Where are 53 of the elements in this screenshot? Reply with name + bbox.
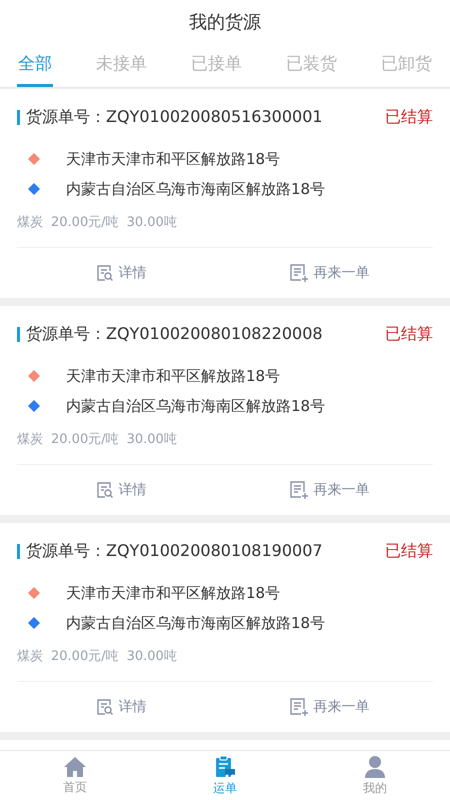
nav-tab[interactable]: 我的	[300, 751, 450, 800]
diamond-icon	[28, 617, 40, 629]
accent-bar	[17, 326, 20, 342]
details-button[interactable]: 详情	[96, 480, 146, 500]
cargo-type: 煤炭	[17, 214, 43, 232]
destination-address: 内蒙古自治区乌海市海南区解放路18号	[66, 612, 326, 634]
origin-address: 天津市天津市和平区解放路18号	[66, 148, 280, 170]
clipboard-truck-icon	[214, 754, 236, 778]
unit-price: 20.00元/吨	[51, 214, 119, 232]
diamond-icon	[28, 153, 40, 165]
accent-bar	[17, 544, 20, 558]
cargo-weight: 30.00吨	[126, 214, 177, 232]
nav-tab[interactable]: 运单	[150, 751, 300, 800]
unit-price: 20.00元/吨	[51, 648, 119, 666]
home-icon	[63, 756, 87, 778]
filter-tab[interactable]: 已装货	[285, 45, 338, 87]
diamond-icon	[28, 370, 40, 382]
document-plus-icon	[288, 697, 308, 717]
order-number: 货源单号：ZQY010020080516300001	[26, 106, 323, 128]
order-status: 已结算	[385, 323, 433, 345]
destination-address: 内蒙古自治区乌海市海南区解放路18号	[66, 178, 326, 200]
document-search-icon	[96, 264, 114, 282]
reorder-button[interactable]: 再来一单	[288, 696, 370, 718]
unit-price: 20.00元/吨	[51, 431, 119, 450]
document-search-icon	[96, 698, 114, 716]
cargo-type: 煤炭	[17, 648, 43, 666]
order-number: 货源单号：ZQY010020080108190007	[26, 540, 323, 562]
accent-bar	[17, 110, 20, 124]
diamond-icon	[28, 183, 40, 195]
document-plus-icon	[288, 263, 308, 283]
details-button[interactable]: 详情	[96, 696, 146, 718]
filter-tab[interactable]: 已卸货	[380, 45, 433, 87]
cargo-type: 煤炭	[17, 431, 43, 450]
order-status: 已结算	[385, 106, 433, 128]
reorder-button[interactable]: 再来一单	[288, 262, 370, 284]
cargo-weight: 30.00吨	[126, 431, 177, 450]
document-plus-icon	[288, 480, 308, 500]
filter-tab[interactable]: 已接单	[190, 45, 243, 87]
origin-address: 天津市天津市和平区解放路18号	[66, 582, 280, 604]
page-title: 我的货源	[189, 11, 261, 35]
diamond-icon	[28, 400, 40, 412]
reorder-button[interactable]: 再来一单	[288, 480, 370, 500]
order-status: 已结算	[385, 540, 433, 562]
details-button[interactable]: 详情	[96, 262, 146, 284]
nav-tab[interactable]: 首页	[0, 751, 150, 800]
origin-address: 天津市天津市和平区解放路18号	[66, 366, 280, 387]
person-icon	[364, 754, 386, 778]
filter-tab[interactable]: 未接单	[95, 45, 148, 87]
destination-address: 内蒙古自治区乌海市海南区解放路18号	[66, 396, 326, 417]
document-search-icon	[96, 481, 114, 499]
diamond-icon	[28, 587, 40, 599]
cargo-weight: 30.00吨	[126, 648, 177, 666]
order-number: 货源单号：ZQY010020080108220008	[26, 323, 323, 345]
